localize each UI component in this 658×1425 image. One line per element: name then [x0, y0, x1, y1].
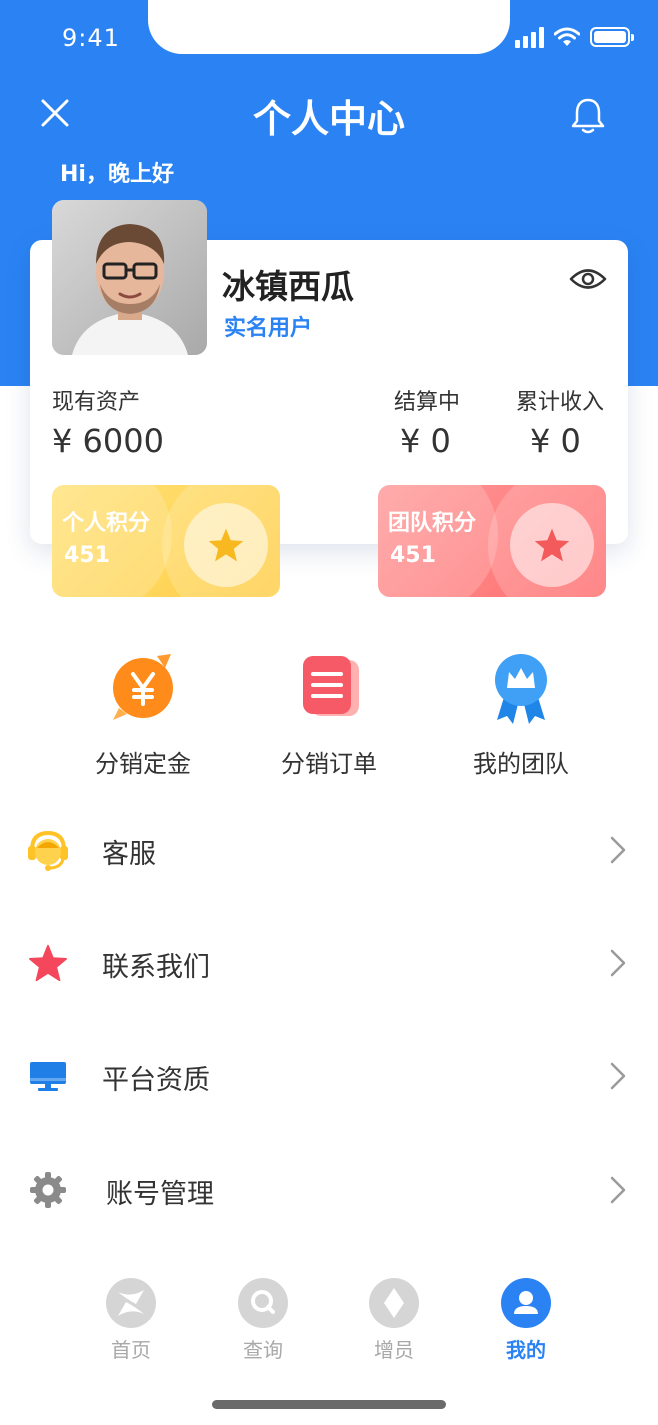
team-points-card[interactable]: 团队积分 451 [378, 485, 606, 597]
shortcut-label: 分销定金 [95, 750, 191, 778]
team-badge-icon [495, 654, 547, 724]
battery-icon [590, 27, 634, 47]
status-time: 9:41 [62, 24, 120, 52]
menu-label: 账号管理 [106, 1179, 214, 1210]
monitor-icon [30, 1062, 66, 1091]
tab-label: 增员 [374, 1338, 414, 1362]
bottom-tab-bar: 首页 查询 增员 我的 [0, 1278, 658, 1378]
yen-coin-icon [113, 654, 173, 720]
star-icon [510, 503, 594, 587]
device-notch [148, 0, 510, 54]
user-icon [501, 1278, 551, 1328]
shortcut-label: 我的团队 [473, 750, 569, 778]
current-assets-label: 现有资产 [52, 390, 141, 415]
current-assets-value: ¥ 6000 [52, 422, 164, 460]
menu-label: 客服 [102, 839, 156, 870]
tab-mine[interactable]: 我的 [481, 1278, 571, 1363]
team-points-label: 团队积分 [388, 511, 477, 536]
menu-label: 联系我们 [102, 952, 210, 983]
chevron-right-icon [610, 1176, 626, 1204]
tab-home[interactable]: 首页 [86, 1278, 176, 1363]
menu-item-platform-qualification[interactable]: 平台资质 [0, 1036, 658, 1116]
greeting-text: Hi，晚上好 [60, 162, 174, 187]
star-icon [29, 944, 67, 982]
status-icons [515, 26, 634, 48]
chevron-right-icon [610, 836, 626, 864]
team-points-value: 451 [390, 543, 436, 568]
shortcut-distribution-orders[interactable]: 分销订单 [254, 650, 404, 779]
wifi-icon [554, 27, 580, 46]
bell-icon[interactable] [570, 96, 606, 136]
tab-label: 首页 [111, 1338, 151, 1362]
menu-icon-wrap [24, 941, 72, 985]
diamond-icon [369, 1278, 419, 1328]
personal-points-value: 451 [64, 543, 110, 568]
decor-bubble [378, 485, 498, 597]
shortcut-my-team[interactable]: 我的团队 [446, 650, 596, 779]
home-indicator[interactable] [212, 1400, 446, 1409]
page-title: 个人中心 [252, 97, 405, 141]
customer-service-icon [28, 830, 68, 871]
menu-item-customer-service[interactable]: 客服 [0, 810, 658, 890]
decor-bubble [52, 485, 172, 597]
tab-label: 查询 [243, 1338, 283, 1362]
settling-value: ¥ 0 [400, 422, 451, 460]
avatar[interactable] [52, 200, 207, 355]
search-icon [238, 1278, 288, 1328]
gear-icon [30, 1172, 66, 1208]
menu-icon-wrap [24, 828, 72, 872]
menu-item-contact-us[interactable]: 联系我们 [0, 923, 658, 1003]
total-income-label: 累计收入 [516, 390, 605, 415]
tab-search[interactable]: 查询 [218, 1278, 308, 1363]
eye-icon[interactable] [568, 264, 608, 294]
chevron-right-icon [610, 1062, 626, 1090]
menu-icon-wrap [24, 1168, 72, 1212]
menu-label: 平台资质 [102, 1065, 210, 1096]
signal-icon [515, 26, 544, 48]
star-icon [184, 503, 268, 587]
menu-icon-wrap [24, 1054, 72, 1098]
personal-points-card[interactable]: 个人积分 451 [52, 485, 280, 597]
shortcut-distribution-deposit[interactable]: 分销定金 [68, 650, 218, 779]
personal-points-label: 个人积分 [62, 511, 151, 536]
verification-status: 实名用户 [224, 316, 313, 341]
tab-label: 我的 [506, 1338, 546, 1362]
settling-label: 结算中 [394, 390, 461, 415]
shortcut-label: 分销订单 [281, 750, 377, 778]
order-list-icon [303, 656, 359, 716]
tab-recruit[interactable]: 增员 [349, 1278, 439, 1363]
total-income-value: ¥ 0 [530, 422, 581, 460]
menu-item-account-management[interactable]: 账号管理 [0, 1150, 658, 1230]
chevron-right-icon [610, 949, 626, 977]
home-icon [106, 1278, 156, 1328]
username: 冰镇西瓜 [222, 267, 354, 306]
